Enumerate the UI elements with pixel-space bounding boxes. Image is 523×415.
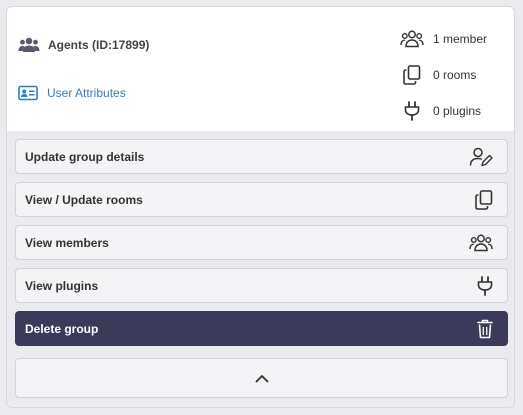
stat-rooms-label: 0 rooms — [433, 68, 477, 82]
view-members-label: View members — [25, 235, 109, 250]
stat-members-label: 1 member — [433, 32, 488, 46]
view-update-rooms-label: View / Update rooms — [25, 192, 143, 207]
user-attributes-label: User Attributes — [47, 86, 126, 100]
group-name-label: Agents (ID:17899) — [48, 38, 150, 52]
chevron-up-icon — [255, 374, 269, 383]
user-edit-icon — [469, 147, 493, 167]
group-stats: 1 member 0 rooms 0 plugins — [399, 21, 509, 129]
users-icon — [18, 37, 40, 53]
stat-members: 1 member — [399, 21, 509, 57]
users-icon — [469, 234, 493, 252]
user-attributes-link[interactable]: User Attributes — [18, 85, 126, 101]
group-header: Agents (ID:17899) User Attributes 1 memb… — [7, 7, 514, 131]
users-icon — [399, 30, 425, 48]
delete-group-button[interactable]: Delete group — [15, 311, 508, 346]
trash-icon — [477, 319, 493, 339]
group-title: Agents (ID:17899) — [18, 37, 149, 53]
update-group-details-label: Update group details — [25, 149, 145, 164]
view-plugins-label: View plugins — [25, 278, 99, 293]
plug-icon — [477, 275, 493, 296]
stat-plugins: 0 plugins — [399, 93, 509, 129]
copy-icon — [475, 189, 493, 210]
collapse-button[interactable] — [15, 358, 508, 398]
update-group-details-button[interactable]: Update group details — [15, 139, 508, 174]
id-card-icon — [18, 85, 38, 101]
delete-group-label: Delete group — [25, 321, 99, 336]
stat-plugins-label: 0 plugins — [433, 104, 482, 118]
view-members-button[interactable]: View members — [15, 225, 508, 260]
copy-icon — [399, 65, 425, 85]
group-actions: Update group details View / Update rooms… — [15, 139, 508, 398]
stat-rooms: 0 rooms — [399, 57, 509, 93]
group-card: Agents (ID:17899) User Attributes 1 memb… — [6, 6, 515, 408]
view-update-rooms-button[interactable]: View / Update rooms — [15, 182, 508, 217]
plug-icon — [399, 101, 425, 121]
view-plugins-button[interactable]: View plugins — [15, 268, 508, 303]
